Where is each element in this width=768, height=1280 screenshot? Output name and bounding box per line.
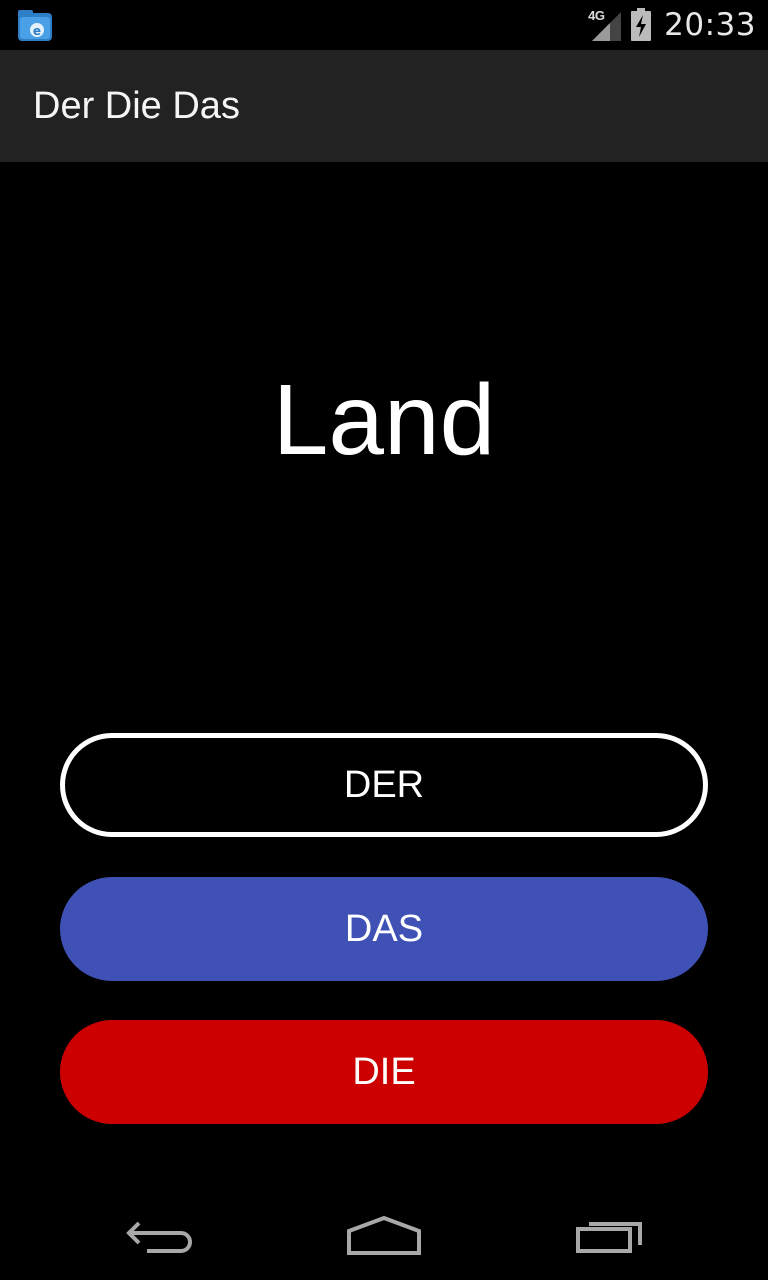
navigation-bar bbox=[0, 1185, 768, 1280]
der-button-label: DER bbox=[343, 763, 425, 806]
action-bar: Der Die Das bbox=[0, 50, 768, 162]
svg-text:e: e bbox=[33, 24, 41, 38]
der-button[interactable]: DER bbox=[60, 733, 708, 837]
das-button[interactable]: DAS bbox=[60, 877, 708, 981]
network-type-label: 4G bbox=[588, 8, 605, 23]
back-icon bbox=[126, 1221, 192, 1253]
app-title: Der Die Das bbox=[33, 85, 240, 127]
recents-button[interactable] bbox=[565, 1205, 655, 1265]
quiz-word: Land bbox=[272, 364, 496, 476]
battery-charging-icon bbox=[631, 8, 652, 41]
status-bar: e 4G 20:33 bbox=[0, 0, 768, 50]
die-button[interactable]: DIE bbox=[60, 1020, 708, 1124]
home-icon bbox=[347, 1215, 421, 1255]
status-icons: 4G 20:33 bbox=[588, 0, 756, 50]
status-clock: 20:33 bbox=[664, 7, 756, 43]
das-button-label: DAS bbox=[344, 907, 424, 950]
back-button[interactable] bbox=[115, 1205, 205, 1265]
cell-signal-icon: 4G bbox=[588, 8, 622, 42]
file-manager-app-icon: e bbox=[18, 10, 52, 41]
home-button[interactable] bbox=[339, 1205, 429, 1265]
die-button-label: DIE bbox=[352, 1050, 416, 1093]
recents-icon bbox=[576, 1222, 642, 1253]
